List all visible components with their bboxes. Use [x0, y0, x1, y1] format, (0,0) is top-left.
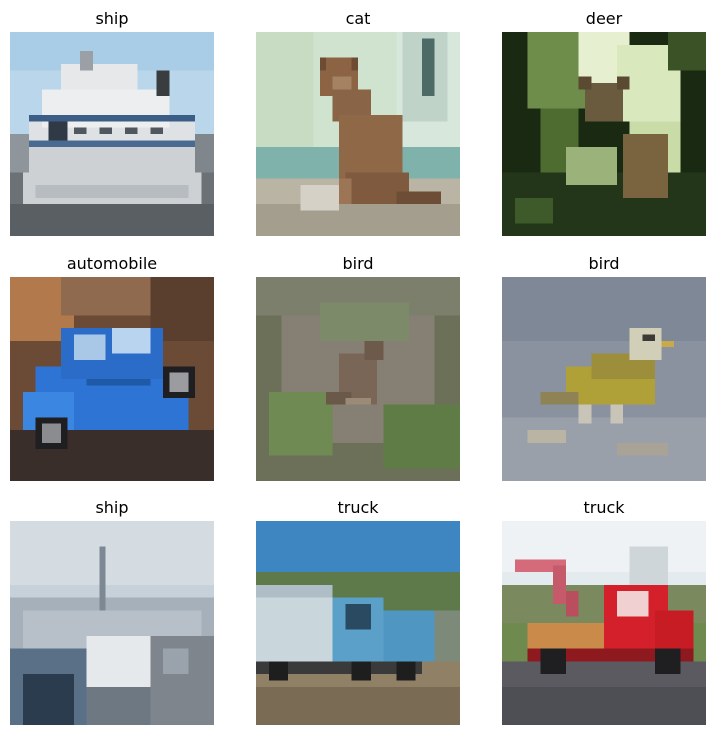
ship-photo — [10, 521, 214, 725]
automobile-photo — [10, 277, 214, 481]
image-label: bird — [588, 254, 620, 273]
truck-photo — [256, 521, 460, 725]
image-label: ship — [95, 9, 129, 28]
image-label: cat — [345, 9, 371, 28]
image-label: truck — [583, 498, 625, 517]
image-label: ship — [95, 498, 129, 517]
image-label: truck — [337, 498, 379, 517]
ship-photo — [10, 32, 214, 236]
image-label: automobile — [66, 254, 158, 273]
deer-photo — [502, 32, 706, 236]
cat-photo — [256, 32, 460, 236]
image-label: deer — [585, 9, 623, 28]
image-label: bird — [342, 254, 374, 273]
truck-photo — [502, 521, 706, 725]
bird-photo — [502, 277, 706, 481]
bird-photo — [256, 277, 460, 481]
